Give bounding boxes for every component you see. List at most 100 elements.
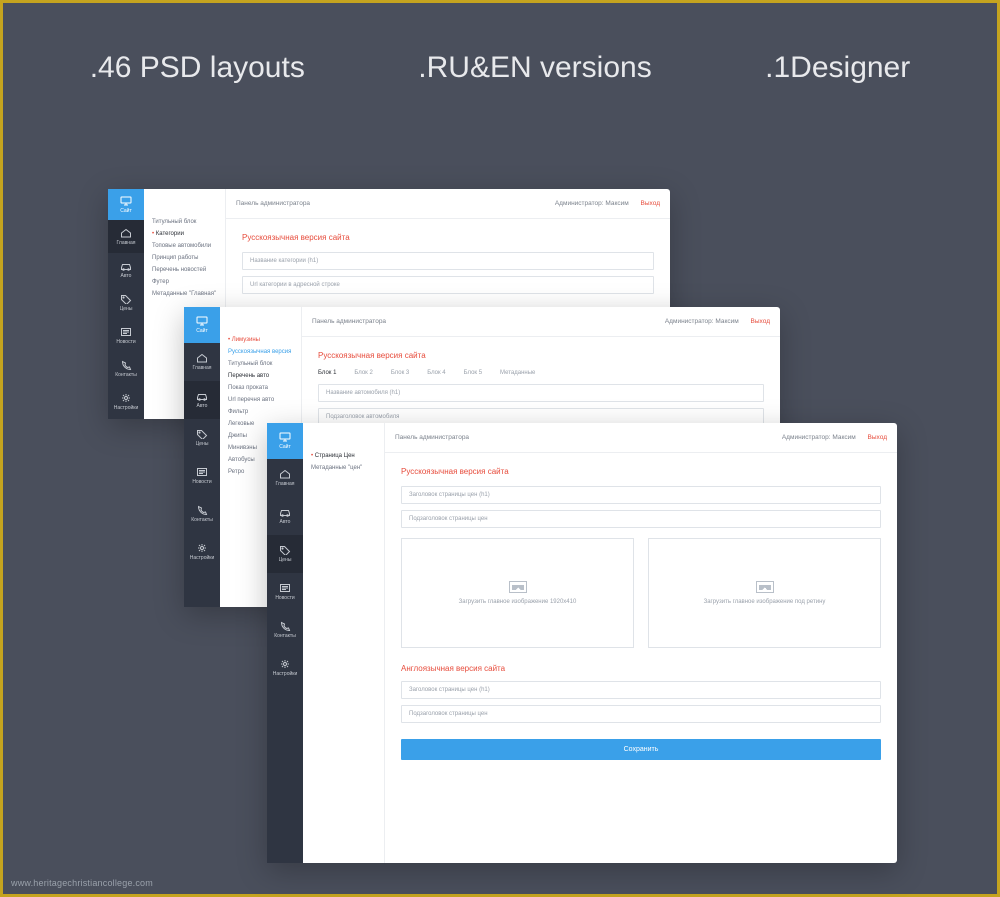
image-placeholder-icon [756,581,774,593]
rail-item-label: Авто [121,273,132,279]
car-icon [120,261,132,271]
rail-item-phone[interactable]: Контакты [184,495,220,533]
upload-retina-label: Загрузить главное изображение под ретину [704,599,826,605]
rail-item-gear[interactable]: Настройки [267,649,303,687]
rail-item-tag[interactable]: Цены [108,287,144,320]
subnav-item[interactable]: Страница Цен [311,453,376,459]
block-tabs: Блок 1 Блок 2 Блок 3 Блок 4 Блок 5 Метаданные [318,370,764,376]
rail-item-home[interactable]: Главная [108,220,144,253]
car-icon [196,391,208,401]
rail-item-news[interactable]: Новости [108,320,144,353]
phone-icon [196,505,208,515]
subnav-item[interactable]: Метаданные "цен" [311,465,376,471]
rail-logo-label: Сайт [279,444,291,450]
subnav-item[interactable]: Url перечня авто [228,397,293,403]
subnav-item[interactable]: Принцип работы [152,255,217,261]
subnav-item[interactable]: Перечень авто [228,373,293,379]
topbar-title: Панель администратора [312,318,386,325]
logout-link[interactable]: Выход [868,434,887,441]
rail-item-label: Контакты [274,633,296,639]
rail-item-label: Контакты [191,517,213,523]
rail-item-label: Настройки [273,671,298,677]
logout-link[interactable]: Выход [641,200,660,207]
rail-logo[interactable]: Сайт [108,189,144,220]
tab-block-2[interactable]: Блок 2 [354,370,372,376]
rail: Сайт Главная Авто Цены Новости Контакты Настро… [184,307,220,607]
subnav-item[interactable]: Фильтр [228,409,293,415]
save-button[interactable]: Сохранить [401,739,881,760]
rail-item-home[interactable]: Главная [267,459,303,497]
rail-item-news[interactable]: Новости [267,573,303,611]
rail-logo[interactable]: Сайт [267,423,303,459]
subnav-item[interactable]: Метаданные "Главная" [152,291,217,297]
rail-item-phone[interactable]: Контакты [108,353,144,386]
tab-block-3[interactable]: Блок 3 [391,370,409,376]
subnav-item[interactable]: Перечень новостей [152,267,217,273]
rail-logo[interactable]: Сайт [184,307,220,343]
home-icon [120,228,132,238]
topbar: Панель администратора Администратор: Мак… [302,307,780,337]
gear-icon [120,393,132,403]
rail-item-tag[interactable]: Цены [267,535,303,573]
rail-item-label: Новости [275,595,294,601]
gear-icon [196,543,208,553]
section-ru-heading: Русскоязычная версия сайта [401,467,881,476]
topbar: Панель администратора Администратор: Мак… [385,423,897,453]
rail-item-car[interactable]: Авто [108,253,144,286]
subnav-item[interactable]: Титульный блок [152,219,217,225]
rail-item-news[interactable]: Новости [184,457,220,495]
tab-block-5[interactable]: Блок 5 [464,370,482,376]
monitor-icon [120,196,132,206]
topbar-title: Панель администратора [236,200,310,207]
tab-block-6[interactable]: Метаданные [500,370,535,376]
tag-icon [196,429,208,439]
tab-block-4[interactable]: Блок 4 [427,370,445,376]
field-category-name[interactable]: Название категории (h1) [242,252,654,270]
watermark: www.heritagechristiancollege.com [11,878,153,888]
rail-item-car[interactable]: Авто [184,381,220,419]
rail-item-home[interactable]: Главная [184,343,220,381]
panel-prices: Сайт Главная АвтоЦены Новости Контакты Настро… [267,423,897,863]
upload-retina-image[interactable]: Загрузить главное изображение под ретину [648,538,881,648]
field-price-sub-ru[interactable]: Подзаголовок страницы цен [401,510,881,528]
rail-item-label: Настройки [114,405,139,411]
topbar-admin: Администратор: Максим [665,318,739,325]
monitor-icon [279,432,291,442]
rail-item-car[interactable]: Авто [267,497,303,535]
rail-item-tag[interactable]: Цены [184,419,220,457]
tab-block-1[interactable]: Блок 1 [318,370,336,376]
field-category-url[interactable]: Url категории в адресной строке [242,276,654,294]
logout-link[interactable]: Выход [751,318,770,325]
rail-item-gear[interactable]: Настройки [184,533,220,571]
rail-item-label: Настройки [190,555,215,561]
field-price-title-en[interactable]: Заголовок страницы цен (h1) [401,681,881,699]
upload-main-image[interactable]: Загрузить главное изображение 1920x410 [401,538,634,648]
subnav-group[interactable]: • Лимузины [228,337,293,343]
subnav-item[interactable]: Показ проката [228,385,293,391]
subnav-item[interactable]: Русскоязычная версия [228,349,293,355]
subnav-item[interactable]: Футер [152,279,217,285]
rail-item-label: Главная [192,365,211,371]
rail-logo-label: Сайт [196,328,208,334]
news-icon [279,583,291,593]
topbar: Панель администратора Администратор: Мак… [226,189,670,219]
tag-icon [120,294,132,304]
rail-item-label: Главная [116,240,135,246]
subnav-item[interactable]: Категории [152,231,217,237]
field-price-title-ru[interactable]: Заголовок страницы цен (h1) [401,486,881,504]
field-auto-name[interactable]: Название автомобиля (h1) [318,384,764,402]
car-icon [279,507,291,517]
rail-item-phone[interactable]: Контакты [267,611,303,649]
rail-item-label: Новости [192,479,211,485]
rail-item-gear[interactable]: Настройки [108,386,144,419]
subnav-item[interactable]: Топовые автомобили [152,243,217,249]
rail: Сайт Главная АвтоЦены Новости Контакты Настро… [267,423,303,863]
rail-item-label: Цены [120,306,133,312]
subnav-item[interactable]: Титульный блок [228,361,293,367]
field-price-sub-en[interactable]: Подзаголовок страницы цен [401,705,881,723]
monitor-icon [196,316,208,326]
news-icon [196,467,208,477]
rail-item-label: Главная [275,481,294,487]
rail-item-label: Авто [197,403,208,409]
phone-icon [120,360,132,370]
